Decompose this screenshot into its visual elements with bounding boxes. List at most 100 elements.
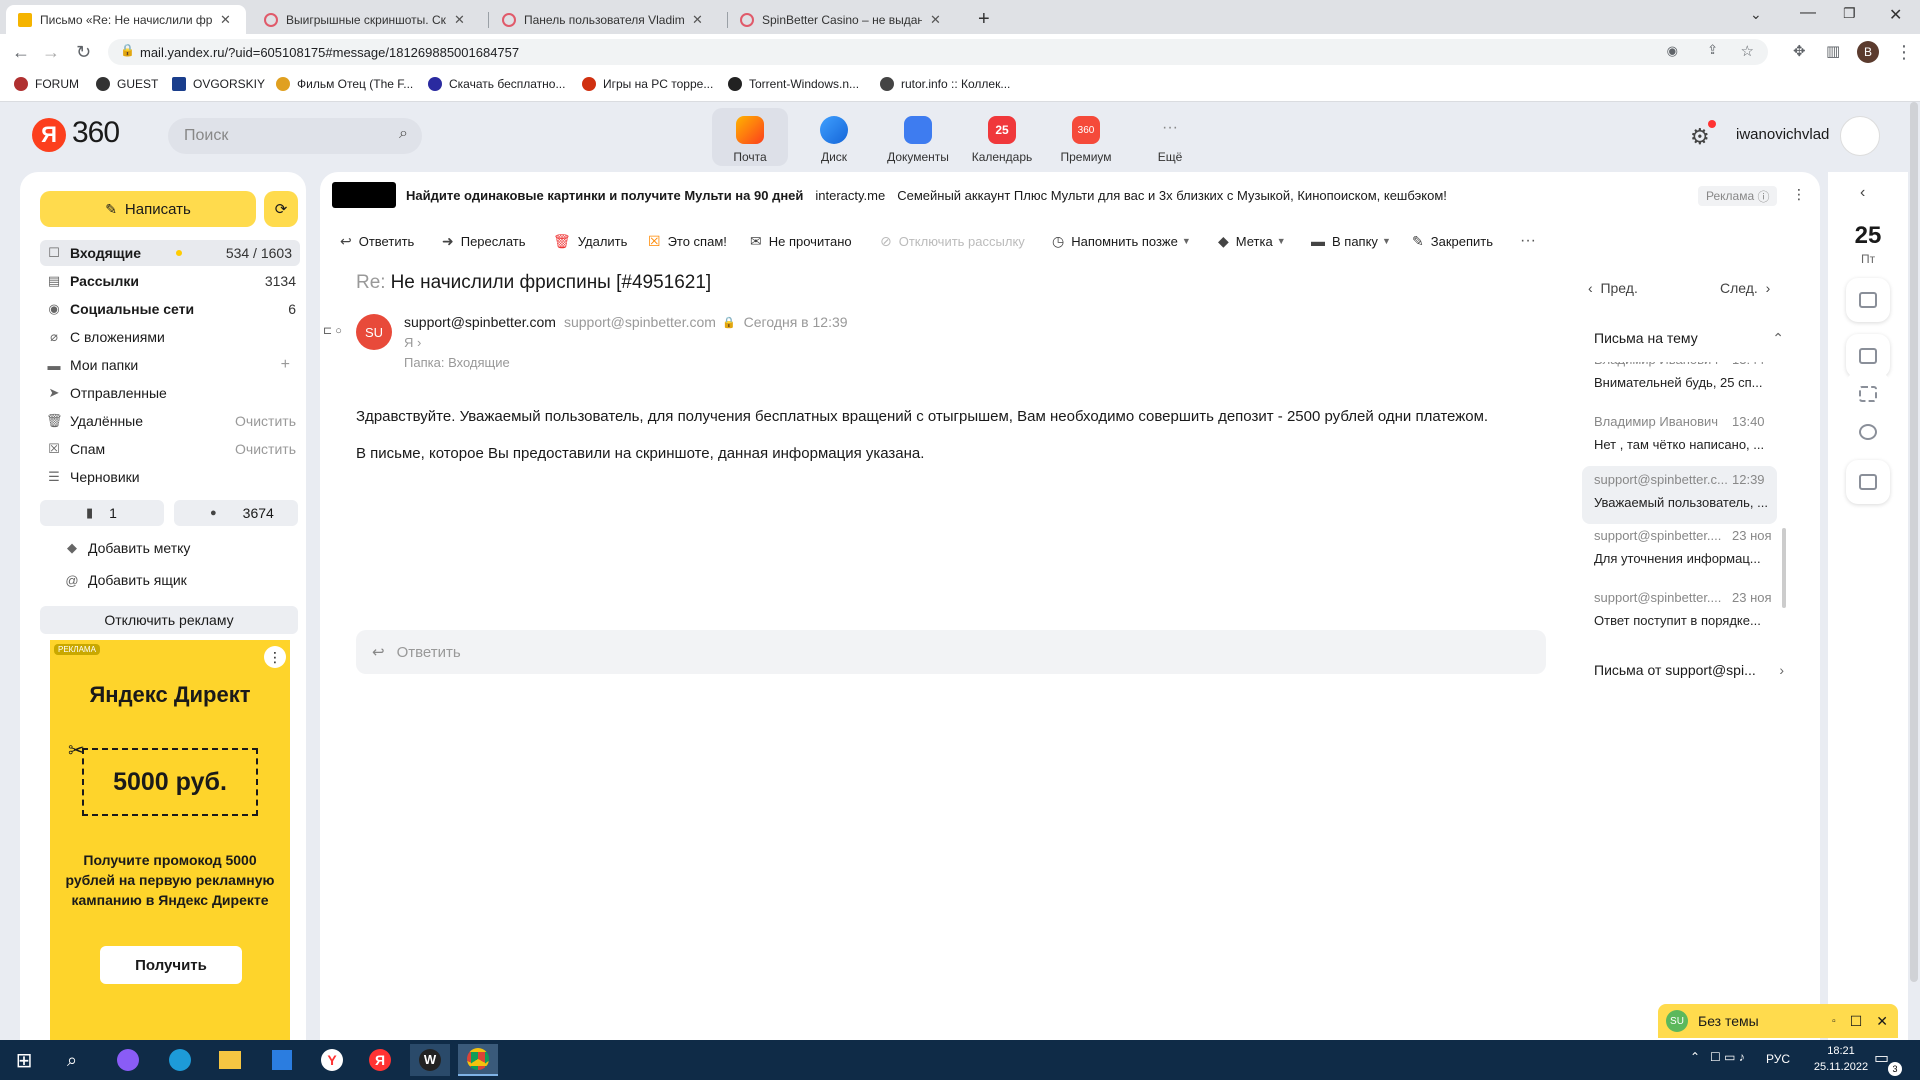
spam-button[interactable]: ☒ Это спам! <box>648 230 727 252</box>
tab-search-icon[interactable]: ⌄ <box>1750 6 1762 23</box>
yandex-browser-icon[interactable]: Y <box>312 1044 352 1076</box>
extensions-icon[interactable]: ✥ <box>1793 42 1806 62</box>
ad-get-button[interactable]: Получить <box>100 946 242 984</box>
logo-360[interactable]: 360 <box>72 116 120 150</box>
minimize-button[interactable]: — <box>1800 4 1816 22</box>
tray-arrow-icon[interactable]: ⌃ <box>1690 1050 1700 1064</box>
clock[interactable]: 18:21 25.11.2022 <box>1806 1043 1876 1075</box>
notifications-icon[interactable]: ▭ <box>1874 1048 1889 1068</box>
stats-icon[interactable] <box>1846 410 1890 454</box>
folder-newsletters[interactable]: ▤ Рассылки 3134 <box>46 268 296 294</box>
close-tab-icon[interactable]: ✕ <box>220 12 231 28</box>
sender-email[interactable]: support@spinbetter.com <box>564 314 716 330</box>
disable-ads-button[interactable]: Отключить рекламу <box>40 606 298 634</box>
bookmark-item[interactable]: Torrent-Windows.n... <box>728 77 859 91</box>
close-window-button[interactable]: ✕ <box>1889 5 1902 25</box>
store-icon[interactable] <box>262 1044 302 1076</box>
yandex-icon[interactable]: Я <box>360 1044 400 1076</box>
next-message-button[interactable]: След. › <box>1720 280 1770 296</box>
bookmark-item[interactable]: GUEST <box>96 77 158 91</box>
forward-button[interactable]: ➜ Переслать <box>442 230 526 252</box>
close-tab-icon[interactable]: ✕ <box>930 12 941 28</box>
username[interactable]: iwanovichvlad <box>1736 126 1829 143</box>
add-mailbox-link[interactable]: @ Добавить ящик <box>64 567 306 593</box>
language-indicator[interactable]: РУС <box>1766 1052 1790 1066</box>
mark-unread-button[interactable]: ✉ Не прочитано <box>750 230 852 252</box>
bookmarked-filter[interactable]: ▮ 1 <box>40 500 164 526</box>
quick-reply-box[interactable]: ↩ Ответить <box>356 630 1546 674</box>
collapse-icon[interactable]: ⊏ ○ <box>323 324 342 337</box>
user-avatar[interactable] <box>1840 116 1880 156</box>
sender-letters-link[interactable]: Письма от support@spi... › <box>1594 662 1784 678</box>
folder-spam[interactable]: ☒ Спам Очистить <box>46 436 296 462</box>
delete-button[interactable]: 🗑 Удалить <box>553 230 627 252</box>
restore-button[interactable]: ❐ <box>1843 5 1856 22</box>
remind-later-button[interactable]: ◷ Напомнить позже ▼ <box>1052 230 1191 252</box>
folder-attachments[interactable]: ⌀ С вложениями <box>46 324 296 350</box>
windows-start-icon[interactable]: ⊞ <box>4 1044 44 1076</box>
sender-name[interactable]: support@spinbetter.com <box>404 314 556 330</box>
close-tab-icon[interactable]: ✕ <box>692 12 703 28</box>
bookmark-item[interactable]: OVGORSKIY <box>172 77 265 91</box>
draft-minimized[interactable]: SU Без темы ▫ ☐ ✕ <box>1658 1004 1898 1038</box>
alice-icon[interactable] <box>108 1044 148 1076</box>
search-input[interactable]: Поиск ⌕ <box>168 118 422 154</box>
sidepanel-icon[interactable]: ▥ <box>1826 42 1840 62</box>
folder-social[interactable]: ◉ Социальные сети 6 <box>46 296 296 322</box>
direct-ad[interactable]: РЕКЛАМА ⋮ Яндекс Директ ✂ 5000 руб. Полу… <box>50 640 290 1040</box>
chevron-up-icon[interactable]: ⌃ <box>1772 330 1784 347</box>
yandex-logo-icon[interactable]: Я <box>32 118 66 152</box>
share-icon[interactable]: ⇪ <box>1707 42 1718 58</box>
unread-filter[interactable]: ● 3674 <box>174 500 298 526</box>
browser-tab-3[interactable]: Панель пользователя Vladimir_ ✕ <box>490 5 726 34</box>
back-icon[interactable]: ← <box>12 42 30 62</box>
move-to-folder-button[interactable]: ▬ В папку ▼ <box>1311 230 1391 252</box>
expand-draft-icon[interactable]: ☐ <box>1850 1013 1863 1030</box>
calendar-day[interactable]: 25 <box>1828 222 1908 250</box>
add-folder-icon[interactable]: + <box>281 356 290 374</box>
service-calendar[interactable]: 25 Календарь <box>964 108 1040 166</box>
clear-trash-link[interactable]: Очистить <box>235 413 296 429</box>
reload-icon[interactable]: ↻ <box>76 42 91 62</box>
profile-avatar[interactable]: В <box>1857 41 1879 63</box>
clear-spam-link[interactable]: Очистить <box>235 441 296 457</box>
browser-tab-mail[interactable]: Письмо «Re: Не начислили фр ✕ <box>6 5 246 34</box>
recipients[interactable]: Я › <box>404 335 421 350</box>
thread-item[interactable]: Владимир Иванович 13:40 Нет , там чётко н… <box>1582 414 1777 472</box>
address-bar[interactable]: 🔒 mail.yandex.ru/?uid=605108175#message/… <box>108 39 1768 65</box>
explorer-icon[interactable] <box>210 1044 250 1076</box>
tray-icons[interactable]: ☐ ▭ ♪ <box>1710 1050 1745 1064</box>
promo-banner[interactable]: Найдите одинаковые картинки и получите М… <box>332 182 1812 208</box>
pin-button[interactable]: ✎ Закрепить <box>1412 230 1493 252</box>
minimize-draft-icon[interactable]: ▫ <box>1832 1016 1836 1027</box>
collapse-rail-icon[interactable]: ‹ <box>1860 184 1865 202</box>
prev-message-button[interactable]: ‹ Пред. <box>1588 280 1638 296</box>
close-tab-icon[interactable]: ✕ <box>454 12 465 28</box>
new-tab-button[interactable]: + <box>970 5 1004 34</box>
folder-inbox[interactable]: ☐ Входящие 534 / 1603 <box>40 240 300 266</box>
folder-trash[interactable]: 🗑 Удалённые Очистить <box>46 408 296 434</box>
app-w-icon[interactable]: W <box>410 1044 450 1076</box>
service-disk[interactable]: Диск <box>796 108 872 166</box>
refresh-button[interactable]: ⟳ <box>264 191 298 227</box>
browser-tab-4[interactable]: SpinBetter Casino – не выданы ф ✕ <box>728 5 964 34</box>
label-button[interactable]: ◆ Метка ▼ <box>1218 230 1286 252</box>
folder-link[interactable]: Входящие <box>448 355 510 370</box>
ad-label[interactable]: Реклама ⓘ <box>1698 186 1778 206</box>
service-docs[interactable]: Документы <box>880 108 956 166</box>
search-icon[interactable]: ⌕ <box>52 1044 92 1076</box>
folder-sent[interactable]: ➤ Отправленные <box>46 380 296 406</box>
bookmark-item[interactable]: Фильм Отец (The F... <box>276 77 413 91</box>
bookmark-item[interactable]: FORUM <box>14 77 79 91</box>
bookmark-star-icon[interactable]: ☆ <box>1741 42 1754 60</box>
edge-icon[interactable] <box>160 1044 200 1076</box>
telemost-icon[interactable] <box>1846 278 1890 322</box>
reply-button[interactable]: ↩ Ответить <box>340 230 414 252</box>
thread-header[interactable]: Письма на тему ⌃ <box>1594 330 1784 347</box>
add-label-link[interactable]: ◆ Добавить метку <box>64 535 306 561</box>
thread-item[interactable]: Владимир Иванович13:44 Внимательней будь… <box>1582 362 1777 410</box>
close-draft-icon[interactable]: ✕ <box>1876 1013 1888 1030</box>
unsubscribe-button[interactable]: ⊘ Отключить рассылку <box>880 230 1025 252</box>
bookmark-item[interactable]: Игры на PC торре... <box>582 77 713 91</box>
folder-my-folders[interactable]: ▬ Мои папки + <box>46 352 296 378</box>
